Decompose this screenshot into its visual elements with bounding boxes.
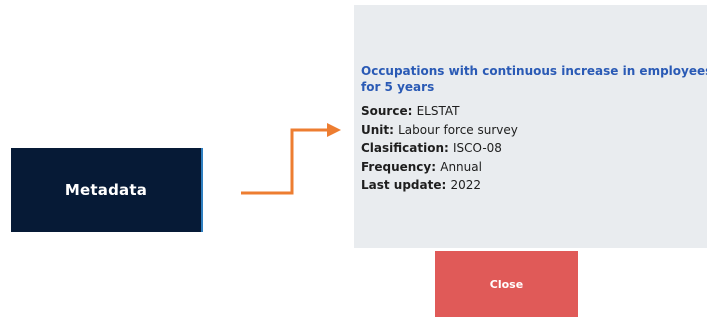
field-label: Source	[361, 104, 408, 118]
metadata-button-label: Metadata	[64, 181, 148, 199]
metadata-field-source: Source: ELSTAT	[361, 104, 460, 118]
field-value: Labour force survey	[398, 122, 518, 137]
field-value: ELSTAT	[416, 104, 460, 118]
field-label: Frequency	[361, 159, 432, 174]
field-value: ISCO-08	[453, 141, 502, 155]
metadata-field-classification: Clasification: ISCO-08	[361, 141, 502, 155]
field-value: Annual	[440, 159, 482, 174]
panel-title: Occupations with continuous increase in …	[361, 64, 707, 94]
metadata-field-list: Source: ELSTAT Unit: Labour force survey…	[361, 102, 518, 195]
field-label: Unit	[361, 122, 390, 137]
metadata-button[interactable]: Metadata	[11, 148, 203, 232]
metadata-field-unit: Unit: Labour force survey	[361, 122, 518, 137]
metadata-field-last-update: Last update: 2022	[361, 178, 482, 192]
metadata-field-frequency: Frequency: Annual	[361, 159, 482, 174]
stage: Metadata Occupations with continuous inc…	[0, 0, 707, 318]
close-button-label: Close	[489, 277, 524, 291]
field-value: 2022	[450, 178, 482, 192]
field-label: Last update	[361, 178, 442, 192]
metadata-panel: Occupations with continuous increase in …	[354, 5, 707, 248]
field-label: Clasification	[361, 141, 445, 155]
close-button[interactable]: Close	[435, 251, 578, 317]
